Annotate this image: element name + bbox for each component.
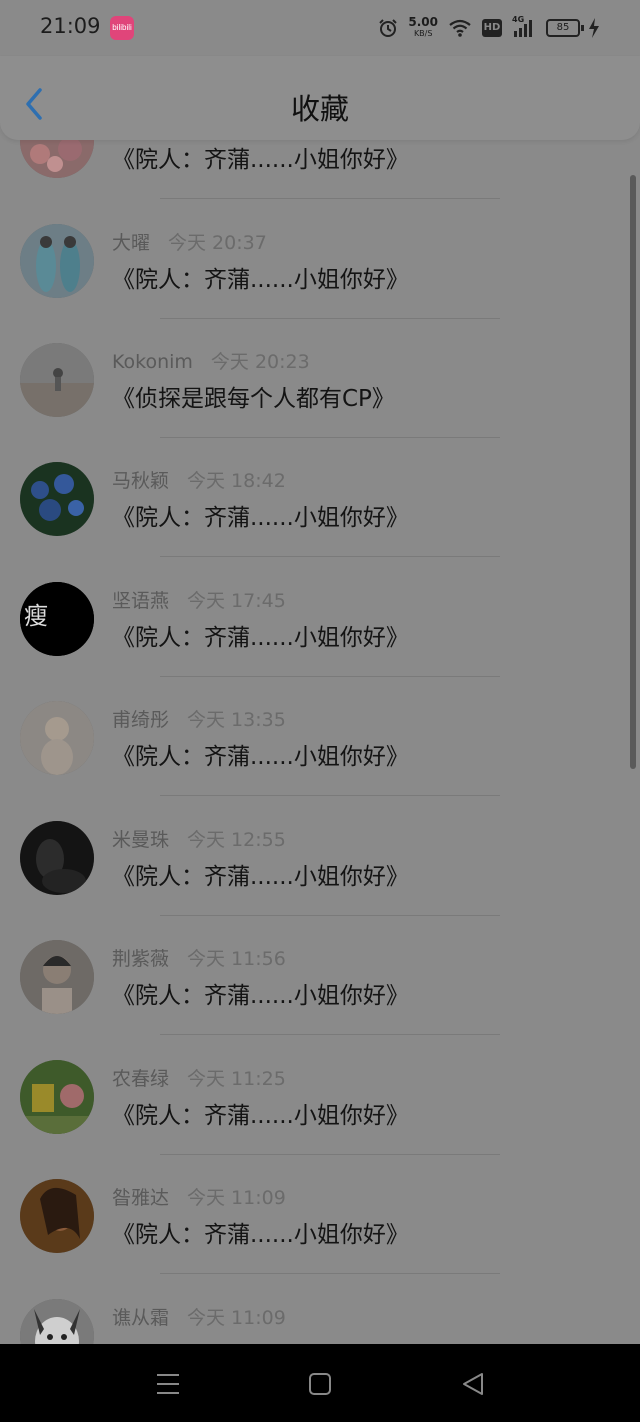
- avatar: [20, 821, 94, 895]
- status-time: 21:09: [40, 14, 101, 38]
- net-speed-unit: KB/S: [413, 29, 433, 38]
- triangle-back-icon[interactable]: [458, 1369, 488, 1399]
- divider: [160, 795, 500, 796]
- list-item-message: 《院人：齐蒲......小姐你好》: [112, 744, 409, 770]
- list-item-message: 《院人：齐蒲......小姐你好》: [112, 505, 409, 531]
- alarm-icon: [379, 19, 398, 37]
- list-item-name: 米曼珠: [112, 829, 170, 851]
- favorites-list: 《院人：齐蒲......小姐你好》 大曜 今天 20:37 《院人：齐蒲.....…: [0, 140, 640, 1344]
- page-title: 收藏: [290, 92, 349, 126]
- list-item-name: 大曜: [112, 232, 151, 254]
- list-item-meta: 农春绿 今天 11:25: [112, 1064, 286, 1091]
- list-item-name: Kokonim: [112, 351, 193, 373]
- top-nav-bar: 收藏: [0, 56, 640, 140]
- avatar: 瘦: [20, 582, 94, 656]
- list-item-name: 坚语燕: [112, 590, 170, 612]
- list-item-message: 《院人：齐蒲......小姐你好》: [112, 147, 409, 173]
- list-item-time: 今天 20:37: [168, 232, 267, 254]
- divider: [160, 556, 500, 557]
- list-item-time: 今天 12:55: [187, 829, 286, 851]
- list-item[interactable]: 大曜 今天 20:37 《院人：齐蒲......小姐你好》: [0, 200, 640, 319]
- status-icons: 5.00 KB/S HD 4G 85: [378, 14, 600, 42]
- list-item-name: 甫绮彤: [112, 709, 170, 731]
- list-item-name: 马秋颖: [112, 470, 170, 492]
- avatar: [20, 462, 94, 536]
- list-item-message: 《侦探是跟每个人都有CP》: [112, 386, 395, 412]
- list-item[interactable]: 瘦 坚语燕 今天 17:45 《院人：齐蒲......小姐你好》: [0, 558, 640, 677]
- list-item-message: 《院人：齐蒲......小姐你好》: [112, 983, 409, 1009]
- avatar: [20, 1179, 94, 1253]
- list-item-time: 今天 11:25: [187, 1068, 286, 1090]
- list-item-meta: 昝雅达 今天 11:09: [112, 1183, 286, 1210]
- list-item-time: 今天 20:23: [210, 351, 310, 373]
- battery-level: 85: [546, 19, 580, 37]
- wifi-icon: [449, 19, 471, 37]
- list-item-meta: 甫绮彤 今天 13:35: [112, 705, 286, 732]
- avatar: [20, 1299, 94, 1344]
- avatar: [20, 1060, 94, 1134]
- list-item-time: 今天 11:56: [187, 948, 286, 970]
- app-notification-icon: bilibili: [110, 16, 134, 40]
- lightning-icon: [589, 18, 599, 38]
- scrollbar[interactable]: [630, 175, 636, 769]
- list-item[interactable]: 甫绮彤 今天 13:35 《院人：齐蒲......小姐你好》: [0, 677, 640, 796]
- list-item-name: 昝雅达: [112, 1187, 170, 1209]
- list-item-name: 谯从霜: [112, 1307, 170, 1329]
- hd-badge: HD: [482, 19, 502, 37]
- menu-icon[interactable]: [153, 1369, 183, 1399]
- avatar: [20, 701, 94, 775]
- divider: [160, 1034, 500, 1035]
- list-item[interactable]: 农春绿 今天 11:25 《院人：齐蒲......小姐你好》: [0, 1036, 640, 1155]
- list-item[interactable]: 谯从霜 今天 11:09: [0, 1275, 640, 1344]
- avatar: [20, 940, 94, 1014]
- avatar: [20, 343, 94, 417]
- list-item-meta: 荆紫薇 今天 11:56: [112, 944, 286, 971]
- list-item-message: 《院人：齐蒲......小姐你好》: [112, 625, 409, 651]
- list-item-meta: 大曜 今天 20:37: [112, 228, 267, 255]
- list-item-message: 《院人：齐蒲......小姐你好》: [112, 1222, 409, 1248]
- divider: [160, 1273, 500, 1274]
- list-item[interactable]: 荆紫薇 今天 11:56 《院人：齐蒲......小姐你好》: [0, 916, 640, 1035]
- status-bar: 21:09 bilibili 5.00 KB/S HD 4G 85: [0, 0, 640, 56]
- list-item-meta: 坚语燕 今天 17:45: [112, 586, 286, 613]
- list-item-name: 荆紫薇: [112, 948, 170, 970]
- list-item-time: 今天 13:35: [187, 709, 286, 731]
- list-item-time: 今天 17:45: [187, 590, 286, 612]
- list-item-time: 今天 11:09: [187, 1187, 286, 1209]
- list-item-time: 今天 18:42: [187, 470, 286, 492]
- network-speed: 5.00 KB/S: [408, 15, 438, 39]
- list-item-message: 《院人：齐蒲......小姐你好》: [112, 267, 409, 293]
- battery-icon: 85: [546, 18, 600, 38]
- list-item[interactable]: 米曼珠 今天 12:55 《院人：齐蒲......小姐你好》: [0, 797, 640, 916]
- list-item-message: 《院人：齐蒲......小姐你好》: [112, 1103, 409, 1129]
- avatar: [20, 140, 94, 178]
- list-item-meta: 马秋颖 今天 18:42: [112, 466, 286, 493]
- avatar: [20, 224, 94, 298]
- divider: [160, 198, 500, 199]
- signal-icon: 4G: [512, 15, 536, 39]
- avatar-glyph: 瘦: [24, 602, 48, 630]
- list-item[interactable]: 马秋颖 今天 18:42 《院人：齐蒲......小姐你好》: [0, 438, 640, 557]
- system-navigation-bar: [0, 1344, 640, 1422]
- list-item[interactable]: 昝雅达 今天 11:09 《院人：齐蒲......小姐你好》: [0, 1155, 640, 1274]
- list-item-meta: 米曼珠 今天 12:55: [112, 825, 286, 852]
- net-speed-value: 5.00: [408, 15, 438, 29]
- list-item-message: 《院人：齐蒲......小姐你好》: [112, 864, 409, 890]
- list-item[interactable]: Kokonim 今天 20:23 《侦探是跟每个人都有CP》: [0, 319, 640, 438]
- list-item-meta: 谯从霜 今天 11:09: [112, 1303, 286, 1330]
- list-item[interactable]: 《院人：齐蒲......小姐你好》: [0, 140, 640, 199]
- list-item-name: 农春绿: [112, 1068, 170, 1090]
- list-item-meta: Kokonim 今天 20:23: [112, 347, 310, 374]
- home-square-icon[interactable]: [305, 1369, 335, 1399]
- list-item-time: 今天 11:09: [187, 1307, 286, 1329]
